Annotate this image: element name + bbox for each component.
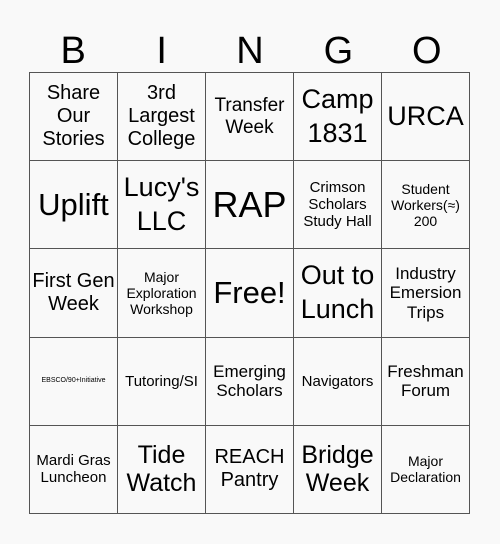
- bingo-cell[interactable]: Major Declaration: [382, 425, 470, 514]
- bingo-cell[interactable]: RAP: [206, 161, 294, 250]
- header-letter-i: I: [156, 30, 167, 72]
- bingo-cell[interactable]: Transfer Week: [206, 73, 294, 162]
- bingo-cell[interactable]: Freshman Forum: [382, 337, 470, 426]
- bingo-cell[interactable]: Industry Emersion Trips: [382, 249, 470, 338]
- bingo-cell[interactable]: Uplift: [30, 161, 118, 250]
- bingo-cell[interactable]: Lucy's LLC: [118, 161, 206, 250]
- header-letter-n: N: [236, 30, 264, 72]
- bingo-cell[interactable]: Crimson Scholars Study Hall: [294, 161, 382, 250]
- bingo-cell[interactable]: Out to Lunch: [294, 249, 382, 338]
- header-letter-o: O: [412, 30, 442, 72]
- bingo-grid: Share Our Stories 3rd Largest College Tr…: [29, 72, 470, 514]
- bingo-cell[interactable]: First Gen Week: [30, 249, 118, 338]
- free-space[interactable]: Free!: [206, 249, 294, 338]
- bingo-cell[interactable]: Tutoring/SI: [118, 337, 206, 426]
- bingo-cell[interactable]: Emerging Scholars: [206, 337, 294, 426]
- header-letter-g: G: [323, 30, 354, 72]
- bingo-cell[interactable]: Student Workers(≈) 200: [382, 161, 470, 250]
- bingo-cell[interactable]: 3rd Largest College: [118, 73, 206, 162]
- bingo-cell[interactable]: Navigators: [294, 337, 382, 426]
- bingo-cell[interactable]: Tide Watch: [118, 425, 206, 514]
- bingo-cell[interactable]: Mardi Gras Luncheon: [30, 425, 118, 514]
- bingo-cell[interactable]: Camp 1831: [294, 73, 382, 162]
- bingo-cell[interactable]: Bridge Week: [294, 425, 382, 514]
- bingo-header: B I N G O: [29, 30, 471, 72]
- bingo-cell[interactable]: Major Exploration Workshop: [118, 249, 206, 338]
- bingo-cell[interactable]: URCA: [382, 73, 470, 162]
- bingo-cell[interactable]: Share Our Stories: [30, 73, 118, 162]
- bingo-cell[interactable]: EBSCO/90+Initiative: [30, 337, 118, 426]
- bingo-cell[interactable]: REACH Pantry: [206, 425, 294, 514]
- header-letter-b: B: [60, 30, 86, 72]
